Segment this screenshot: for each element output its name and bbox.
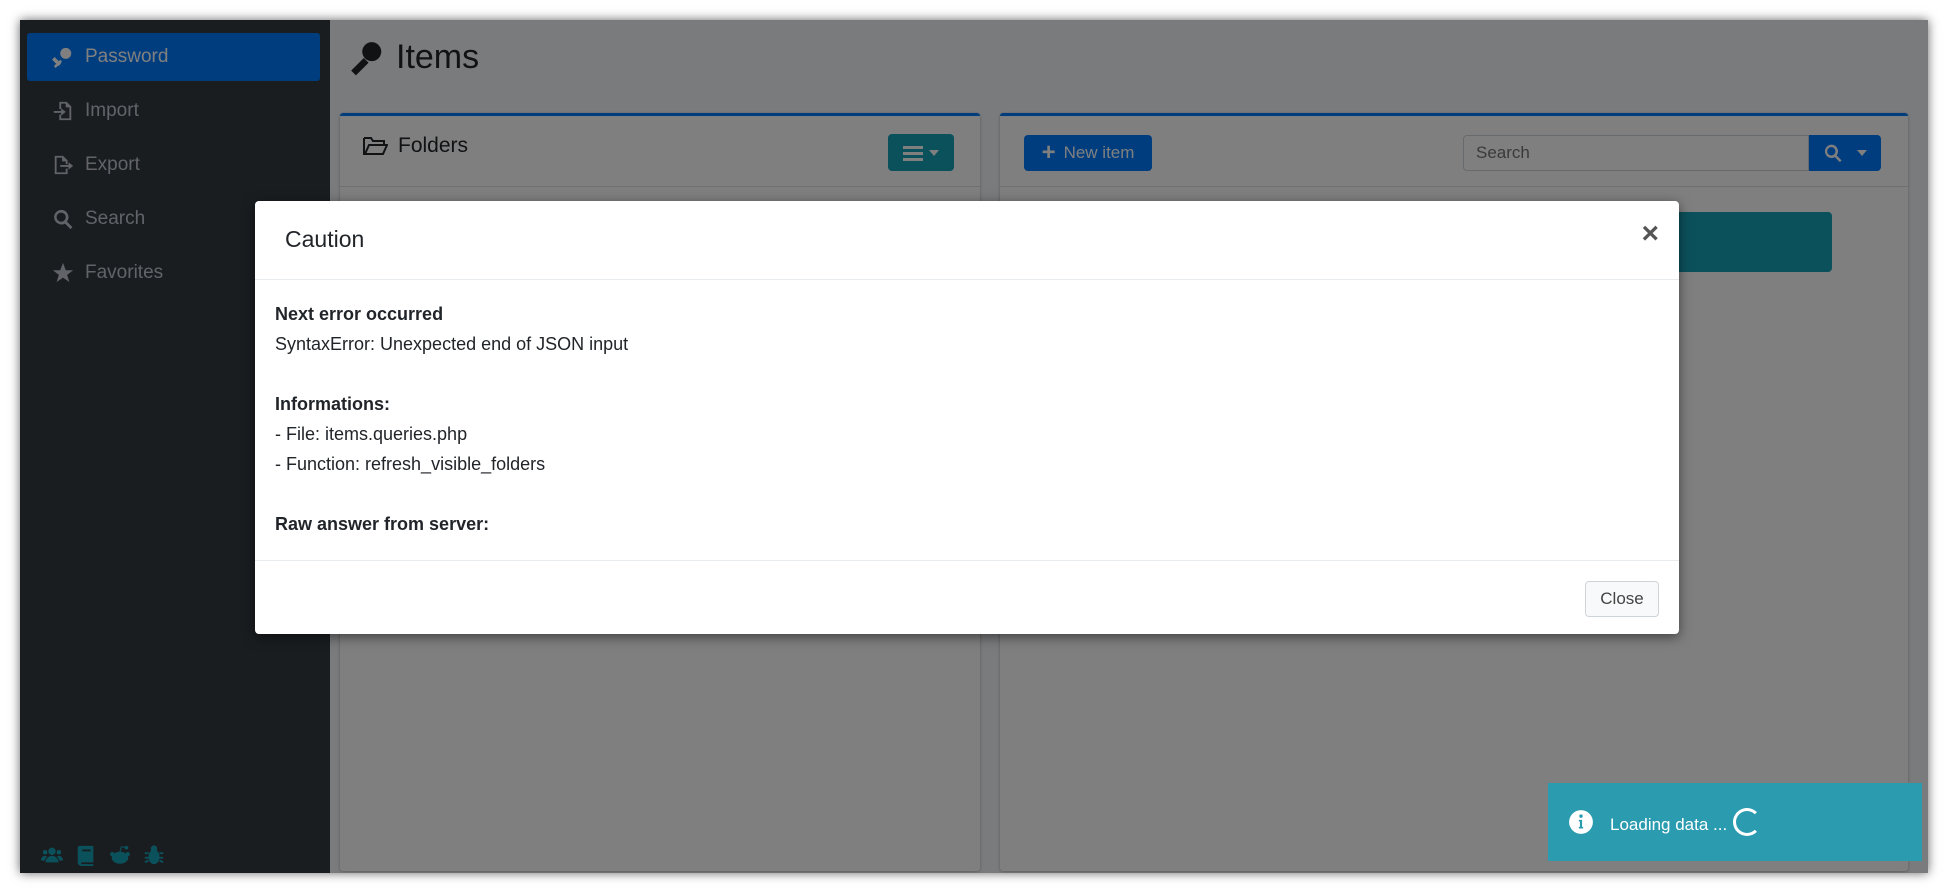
info-heading: Informations:	[275, 394, 390, 414]
file-line: - File: items.queries.php	[275, 424, 468, 444]
modal-body: Next error occurred SyntaxError: Unexpec…	[275, 299, 1659, 539]
close-button[interactable]: Close	[1585, 581, 1659, 617]
error-message: SyntaxError: Unexpected end of JSON inpu…	[275, 334, 629, 354]
toast-message: Loading data ...	[1610, 815, 1728, 834]
error-heading: Next error occurred	[275, 304, 444, 324]
close-icon[interactable]: ×	[1641, 219, 1659, 249]
info-circle-icon	[1568, 809, 1594, 835]
spinner-icon	[1733, 808, 1762, 836]
app-window: Password Import Export Search Favorites	[20, 20, 1928, 873]
modal-title: Caution	[285, 226, 365, 252]
function-line: - Function: refresh_visible_folders	[275, 454, 546, 474]
modal-header: Caution ×	[255, 201, 1679, 280]
loading-toast: Loading data ...	[1548, 783, 1922, 861]
caution-modal: Caution × Next error occurred SyntaxErro…	[255, 201, 1679, 634]
raw-answer-heading: Raw answer from server:	[275, 514, 490, 534]
modal-footer: Close	[255, 560, 1679, 634]
